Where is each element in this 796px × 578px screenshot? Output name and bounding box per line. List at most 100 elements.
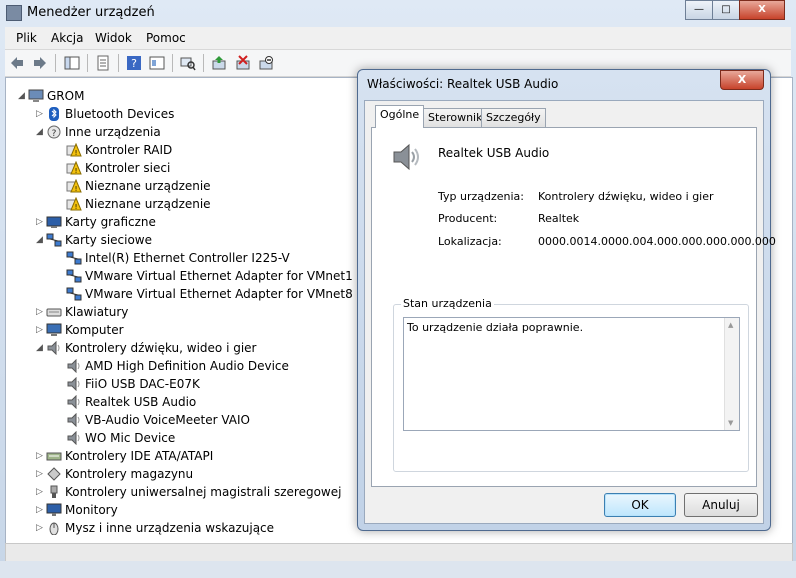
tree-item[interactable]: VMware Virtual Ethernet Adapter for VMne… [56, 285, 353, 303]
expand-arrow-icon[interactable]: ▷ [36, 523, 46, 533]
network-adapter-icon [66, 251, 82, 265]
tree-item-label: Mysz i inne urządzenia wskazujące [65, 521, 275, 535]
expand-arrow-icon[interactable]: ▷ [36, 505, 46, 515]
uninstall-device-icon[interactable] [235, 55, 251, 71]
collapse-arrow-icon[interactable]: ◢ [36, 343, 46, 353]
close-button[interactable]: X [739, 0, 785, 20]
tab-driver[interactable]: Sterownik [423, 108, 488, 127]
network-adapter-icon [46, 233, 62, 247]
keyboard-icon [46, 308, 62, 317]
speaker-icon [67, 431, 80, 445]
expand-arrow-icon[interactable]: ▷ [36, 217, 46, 227]
back-arrow-icon[interactable] [9, 55, 25, 71]
tree-item[interactable]: VMware Virtual Ethernet Adapter for VMne… [56, 267, 353, 285]
collapse-arrow-icon[interactable]: ◢ [36, 127, 46, 137]
network-adapter-icon [66, 287, 82, 301]
menu-help[interactable]: Pomoc [146, 31, 186, 45]
forward-arrow-icon[interactable] [32, 55, 48, 71]
tree-item[interactable]: ◢ Kontrolery dźwięku, wideo i gier [36, 339, 256, 357]
tree-item[interactable]: ◢ Karty sieciowe [36, 231, 152, 249]
display-adapter-icon [46, 216, 62, 228]
location-label: Lokalizacja: [438, 235, 502, 248]
minimize-button[interactable]: — [685, 0, 713, 20]
speaker-icon [67, 413, 80, 427]
maximize-button[interactable]: □ [712, 0, 740, 20]
disable-device-icon[interactable] [258, 55, 274, 71]
usb-icon [50, 485, 58, 498]
tree-item[interactable]: ▷ Klawiatury [36, 303, 128, 321]
device-status-textbox[interactable]: To urządzenie działa poprawnie. ▲ ▼ [403, 317, 740, 431]
scroll-up-icon[interactable]: ▲ [728, 321, 733, 329]
tree-item-label: Kontrolery uniwersalnej magistrali szere… [65, 485, 342, 499]
dialog-close-button[interactable]: X [720, 70, 764, 90]
svg-text:?: ? [52, 129, 57, 139]
manufacturer-value: Realtek [538, 212, 580, 225]
expand-arrow-icon[interactable]: ▷ [36, 469, 46, 479]
window-title: Menedżer urządzeń [27, 5, 155, 20]
tree-item[interactable]: ▷ Monitory [36, 501, 118, 519]
tree-item-label: Karty graficzne [65, 215, 156, 229]
menu-file[interactable]: Plik [16, 31, 37, 45]
device-status-text: To urządzenie działa poprawnie. [407, 321, 584, 334]
help-icon[interactable]: ? [126, 55, 142, 71]
expand-arrow-icon[interactable]: ▷ [36, 307, 46, 317]
collapse-arrow-icon[interactable]: ◢ [18, 91, 28, 101]
tree-item[interactable]: ! Nieznane urządzenie [56, 195, 211, 213]
view-details-icon[interactable] [149, 55, 165, 71]
warning-device-icon: ! [66, 143, 82, 157]
expand-arrow-icon[interactable]: ▷ [36, 451, 46, 461]
tree-item-label: Klawiatury [65, 305, 129, 319]
menu-view[interactable]: Widok [95, 31, 132, 45]
tree-item[interactable]: ! Nieznane urządzenie [56, 177, 211, 195]
tab-details[interactable]: Szczegóły [481, 108, 546, 127]
tree-item[interactable]: VB-Audio VoiceMeeter VAIO [56, 411, 250, 429]
horizontal-scrollbar[interactable] [5, 543, 793, 562]
speaker-icon [67, 395, 80, 409]
tree-item[interactable]: ▷ Kontrolery IDE ATA/ATAPI [36, 447, 213, 465]
expand-arrow-icon[interactable]: ▷ [36, 487, 46, 497]
speaker-icon [67, 359, 80, 373]
tree-item[interactable]: Intel(R) Ethernet Controller I225-V [56, 249, 290, 267]
tree-item[interactable]: FiiO USB DAC-E07K [56, 375, 200, 393]
tree-item-label: VMware Virtual Ethernet Adapter for VMne… [85, 269, 353, 283]
svg-text:!: ! [75, 167, 78, 175]
update-driver-icon[interactable] [211, 55, 227, 71]
collapse-arrow-icon[interactable]: ◢ [36, 235, 46, 245]
tree-item-label: Kontrolery IDE ATA/ATAPI [65, 449, 214, 463]
tree-item[interactable]: AMD High Definition Audio Device [56, 357, 289, 375]
computer-icon [46, 323, 62, 336]
status-scrollbar[interactable]: ▲ ▼ [724, 318, 739, 430]
scroll-down-icon[interactable]: ▼ [728, 419, 733, 427]
tree-item[interactable]: ▷ Mysz i inne urządzenia wskazujące [36, 519, 274, 537]
tree-item[interactable]: ▷ Karty graficzne [36, 213, 156, 231]
speaker-icon [67, 377, 80, 391]
menu-action[interactable]: Akcja [51, 31, 83, 45]
speaker-icon [47, 341, 60, 355]
toolbar-separator [55, 54, 56, 72]
scan-hardware-icon[interactable] [180, 55, 196, 71]
tree-item[interactable]: ▷ Kontrolery uniwersalnej magistrali szer… [36, 483, 341, 501]
device-type-value: Kontrolery dźwięku, wideo i gier [538, 190, 714, 203]
cancel-button[interactable]: Anuluj [684, 493, 758, 517]
tab-general[interactable]: Ogólne [375, 105, 425, 128]
tree-item[interactable]: ▷ Komputer [36, 321, 124, 339]
show-hide-console-tree-icon[interactable] [64, 55, 80, 71]
tree-item[interactable]: ! Kontroler sieci [56, 159, 170, 177]
tree-item[interactable]: ▷ Kontrolery magazynu [36, 465, 193, 483]
ok-button[interactable]: OK [604, 493, 676, 517]
tree-item[interactable]: WO Mic Device [56, 429, 175, 447]
tree-root-label: GROM [47, 89, 85, 103]
manufacturer-label: Producent: [438, 212, 498, 225]
tree-item[interactable]: ◢? Inne urządzenia [36, 123, 161, 141]
monitor-icon [46, 503, 62, 516]
tree-item[interactable]: ▷ Bluetooth Devices [36, 105, 174, 123]
expand-arrow-icon[interactable]: ▷ [36, 325, 46, 335]
tree-item[interactable]: ! Kontroler RAID [56, 141, 172, 159]
tree-item-label: WO Mic Device [85, 431, 176, 445]
tree-item-label: Kontroler RAID [85, 143, 173, 157]
device-status-group: Stan urządzenia To urządzenie działa pop… [393, 297, 749, 472]
properties-sheet-icon[interactable] [95, 55, 111, 71]
expand-arrow-icon[interactable]: ▷ [36, 109, 46, 119]
tree-root[interactable]: ◢ GROM [18, 87, 84, 105]
tree-item[interactable]: Realtek USB Audio [56, 393, 196, 411]
